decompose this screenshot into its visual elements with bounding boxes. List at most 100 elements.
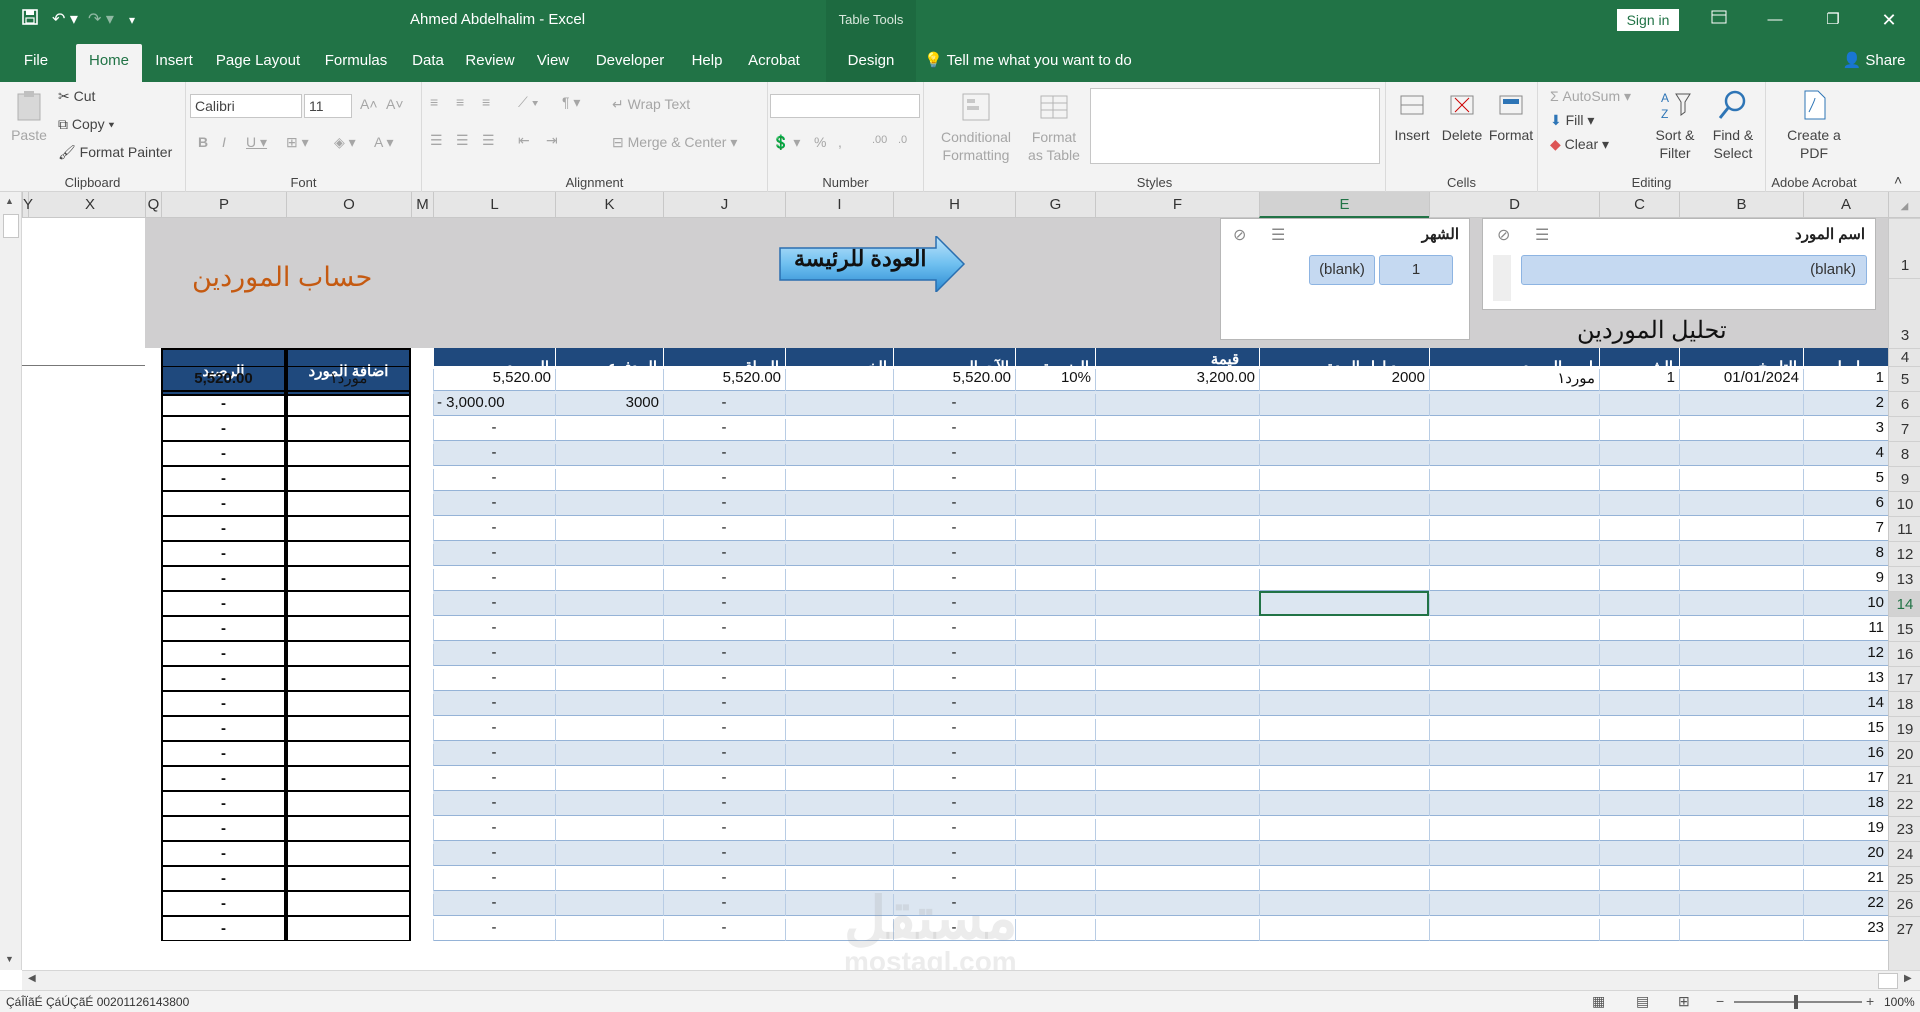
copy-button[interactable]: ⧉ Copy ▾ [58,116,114,133]
customize-qat-icon[interactable]: ▾ [120,8,144,32]
scroll-left-icon[interactable]: ◀ [28,973,36,984]
align-top-icon[interactable]: ≡ [430,94,438,110]
cell-balance[interactable]: - [433,519,551,541]
cell-opening[interactable] [1259,669,1425,691]
hscroll-thumb[interactable] [1878,973,1898,989]
side-cell-side_balance[interactable]: - [161,641,286,666]
cell-date[interactable] [1679,419,1799,441]
tab-home[interactable]: Home [76,44,142,82]
side-cell-side_balance[interactable]: - [161,691,286,716]
cell-opening[interactable] [1259,469,1425,491]
cell-total[interactable]: - [893,519,1011,541]
slicer-clear-filter-icon[interactable]: ⊘ [1497,225,1510,245]
cell-net[interactable]: - [663,419,781,441]
cell-net[interactable]: - [663,619,781,641]
cell-net[interactable]: - [663,744,781,766]
increase-decimal-icon[interactable]: .00 [872,134,887,146]
comma-icon[interactable]: , [838,134,842,150]
cell-month[interactable] [1599,644,1675,666]
cell-balance[interactable]: - [433,469,551,491]
cell-date[interactable] [1679,469,1799,491]
cell-balance[interactable]: - 3,000.00 [433,394,551,416]
percent-icon[interactable]: % [814,134,826,150]
cell-opening[interactable] [1259,719,1425,741]
format-as-table-button[interactable]: Format as Table [1024,90,1084,164]
restore-icon[interactable]: ❐ [1810,0,1856,40]
cell-supplier[interactable] [1429,669,1595,691]
cell-month[interactable] [1599,744,1675,766]
page-break-view-icon[interactable]: ⊞ [1678,993,1690,1010]
side-cell-side_balance[interactable]: - [161,516,286,541]
cell-discount[interactable] [785,494,889,516]
cell-total[interactable]: - [893,469,1011,491]
zoom-out-icon[interactable]: − [1716,993,1724,1009]
merge-center-button[interactable]: ⊟ Merge & Center ▾ [612,134,737,151]
side-cell-side_supplier[interactable] [286,491,411,516]
column-header-g[interactable]: G [1015,192,1095,218]
cell-balance[interactable]: 5,520.00 [433,369,551,391]
cell-balance[interactable]: - [433,719,551,741]
cell-total[interactable]: - [893,794,1011,816]
cell-date[interactable]: 01/01/2024 [1679,369,1799,391]
side-cell-side_supplier[interactable] [286,641,411,666]
cell-tax[interactable] [1015,444,1091,466]
cell-total[interactable]: 5,520.00 [893,369,1011,391]
cell-discount[interactable] [785,844,889,866]
cell-discount[interactable] [785,769,889,791]
cell-tax[interactable] [1015,594,1091,616]
row-header[interactable]: 26 [1889,891,1920,916]
slicer-supplier-item-blank[interactable]: (blank) [1521,255,1867,285]
cell-serial[interactable]: 15 [1803,719,1884,741]
cell-net[interactable]: - [663,869,781,891]
cell-month[interactable] [1599,469,1675,491]
cell-date[interactable] [1679,544,1799,566]
cell-discount[interactable] [785,469,889,491]
cell-balance[interactable]: - [433,919,551,941]
row-header[interactable]: 10 [1889,491,1920,516]
cell-purchase[interactable] [1095,519,1255,541]
sign-in-button[interactable]: Sign in [1617,9,1679,31]
cell-serial[interactable]: 2 [1803,394,1884,416]
minimize-icon[interactable]: — [1752,0,1798,40]
cell-balance[interactable]: - [433,794,551,816]
format-painter-button[interactable]: 🖌 Format Painter [58,144,172,161]
autosum-button[interactable]: Σ AutoSum ▾ [1550,88,1631,105]
cell-opening[interactable] [1259,569,1425,591]
orientation-icon[interactable]: ⟋ ▾ [518,94,539,111]
cell-opening[interactable] [1259,619,1425,641]
cell-opening[interactable] [1259,869,1425,891]
side-cell-side_supplier[interactable] [286,691,411,716]
cell-paid[interactable] [555,919,659,941]
cell-month[interactable] [1599,794,1675,816]
number-format-select[interactable] [770,94,920,118]
cell-paid[interactable] [555,369,659,391]
cell-net[interactable]: - [663,569,781,591]
column-header-i[interactable]: I [785,192,893,218]
cell-total[interactable]: - [893,444,1011,466]
cell-balance[interactable]: - [433,819,551,841]
cell-serial[interactable]: 1 [1803,369,1884,391]
cell-date[interactable] [1679,744,1799,766]
cell-paid[interactable] [555,419,659,441]
cell-total[interactable]: - [893,494,1011,516]
side-cell-side_supplier[interactable] [286,566,411,591]
cell-opening[interactable] [1259,744,1425,766]
cell-discount[interactable] [785,619,889,641]
column-header-p[interactable]: P [161,192,286,218]
cell-purchase[interactable] [1095,544,1255,566]
save-icon[interactable] [18,8,42,32]
grow-font-icon[interactable]: A˄ [360,96,378,112]
cell-month[interactable] [1599,719,1675,741]
cell-net[interactable]: - [663,769,781,791]
row-header[interactable]: 20 [1889,741,1920,766]
cell-month[interactable] [1599,844,1675,866]
font-size-select[interactable]: 11 [304,94,352,118]
cell-paid[interactable] [555,894,659,916]
cell-supplier[interactable] [1429,919,1595,941]
cell-paid[interactable]: 3000 [555,394,659,416]
side-cell-side_supplier[interactable] [286,866,411,891]
cell-paid[interactable] [555,669,659,691]
row-header[interactable]: 21 [1889,766,1920,791]
cell-month[interactable] [1599,919,1675,941]
cell-opening[interactable] [1259,544,1425,566]
